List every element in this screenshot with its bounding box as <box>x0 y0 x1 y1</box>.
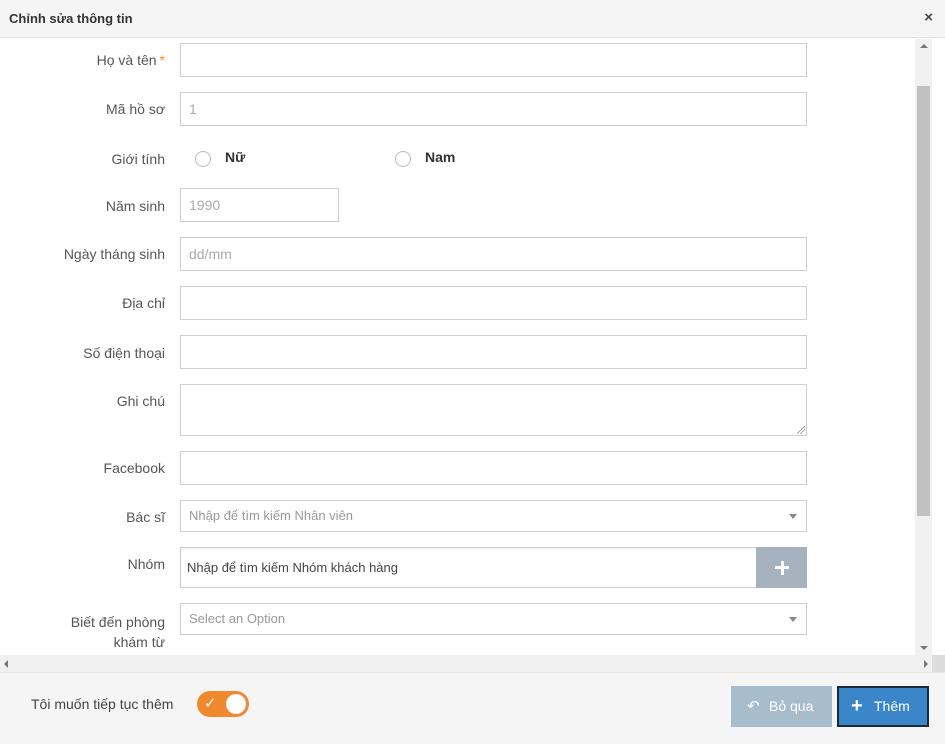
doctor-select[interactable]: Nhập để tìm kiếm Nhân viên <box>180 500 807 532</box>
dialog-title: Chỉnh sửa thông tin <box>9 11 133 26</box>
skip-button-label: Bỏ qua <box>769 698 814 714</box>
plus-icon-vertical <box>780 560 784 575</box>
gender-male-radio[interactable] <box>395 151 411 167</box>
group-placeholder: Nhập để tìm kiếm Nhóm khách hàng <box>187 560 398 575</box>
form-scroll-area: Họ và tên * Mã hồ sơ 1 Giới tính Nữ Nam N… <box>0 39 932 655</box>
scroll-right-icon[interactable] <box>924 660 928 668</box>
referral-placeholder: Select an Option <box>189 611 286 626</box>
referral-select[interactable]: Select an Option <box>180 603 807 635</box>
facebook-label: Facebook <box>103 460 165 476</box>
dialog-footer: Tôi muốn tiếp tục thêm ✓ ↶ Bỏ qua + Thêm <box>0 672 945 744</box>
phone-label: Số điện thoại <box>83 345 165 361</box>
referral-label-line2: khám từ <box>113 634 165 650</box>
doctor-placeholder: Nhập để tìm kiếm Nhân viên <box>189 508 354 523</box>
gender-label: Giới tính <box>111 151 165 167</box>
scrollbar-corner <box>932 655 945 672</box>
toggle-knob <box>226 694 246 714</box>
note-label: Ghi chú <box>116 393 165 409</box>
horizontal-scrollbar[interactable] <box>0 655 932 672</box>
address-input[interactable] <box>180 286 807 320</box>
group-search[interactable]: Nhập để tìm kiếm Nhóm khách hàng <box>180 547 807 588</box>
required-mark: * <box>159 52 165 68</box>
dialog-titlebar: Chỉnh sửa thông tin × <box>0 0 945 38</box>
scroll-left-icon[interactable] <box>4 660 8 668</box>
group-label: Nhóm <box>127 556 165 572</box>
birth-year-label: Năm sinh <box>105 198 165 214</box>
scroll-down-icon[interactable] <box>920 646 928 650</box>
add-button[interactable]: + Thêm <box>837 686 929 727</box>
full-name-input[interactable] <box>180 43 807 77</box>
gender-female-label[interactable]: Nữ <box>225 149 245 165</box>
address-label: Địa chỉ <box>122 295 165 311</box>
close-icon[interactable]: × <box>924 9 933 27</box>
resize-grip-icon[interactable] <box>797 426 805 434</box>
chevron-down-icon <box>789 514 797 519</box>
chevron-down-icon <box>789 617 797 622</box>
add-button-label: Thêm <box>874 698 910 714</box>
birth-date-input[interactable]: dd/mm <box>180 237 807 271</box>
referral-label: Biết đến phòng khám từ <box>71 612 165 652</box>
phone-input[interactable] <box>180 335 807 369</box>
gender-male-label[interactable]: Nam <box>425 149 455 165</box>
birth-date-label: Ngày tháng sinh <box>63 246 165 262</box>
birth-year-input[interactable]: 1990 <box>180 188 339 222</box>
scroll-up-icon[interactable] <box>920 44 928 48</box>
vertical-scrollbar[interactable] <box>915 39 932 655</box>
profile-code-input[interactable]: 1 <box>180 92 807 126</box>
continue-adding-toggle[interactable]: ✓ <box>197 691 249 717</box>
skip-button[interactable]: ↶ Bỏ qua <box>731 686 832 727</box>
plus-icon: + <box>851 695 863 717</box>
undo-icon: ↶ <box>747 698 760 715</box>
gender-female-radio[interactable] <box>195 151 211 167</box>
profile-code-label: Mã hồ sơ <box>106 101 165 117</box>
referral-label-line1: Biết đến phòng <box>70 614 165 630</box>
full-name-label: Họ và tên * <box>96 52 165 68</box>
check-icon: ✓ <box>204 695 217 712</box>
note-textarea[interactable] <box>180 384 807 436</box>
doctor-label: Bác sĩ <box>126 509 165 525</box>
scrollbar-thumb[interactable] <box>917 86 930 516</box>
add-group-button[interactable] <box>756 547 807 588</box>
continue-adding-label: Tôi muốn tiếp tục thêm <box>31 696 174 712</box>
facebook-input[interactable] <box>180 451 807 485</box>
